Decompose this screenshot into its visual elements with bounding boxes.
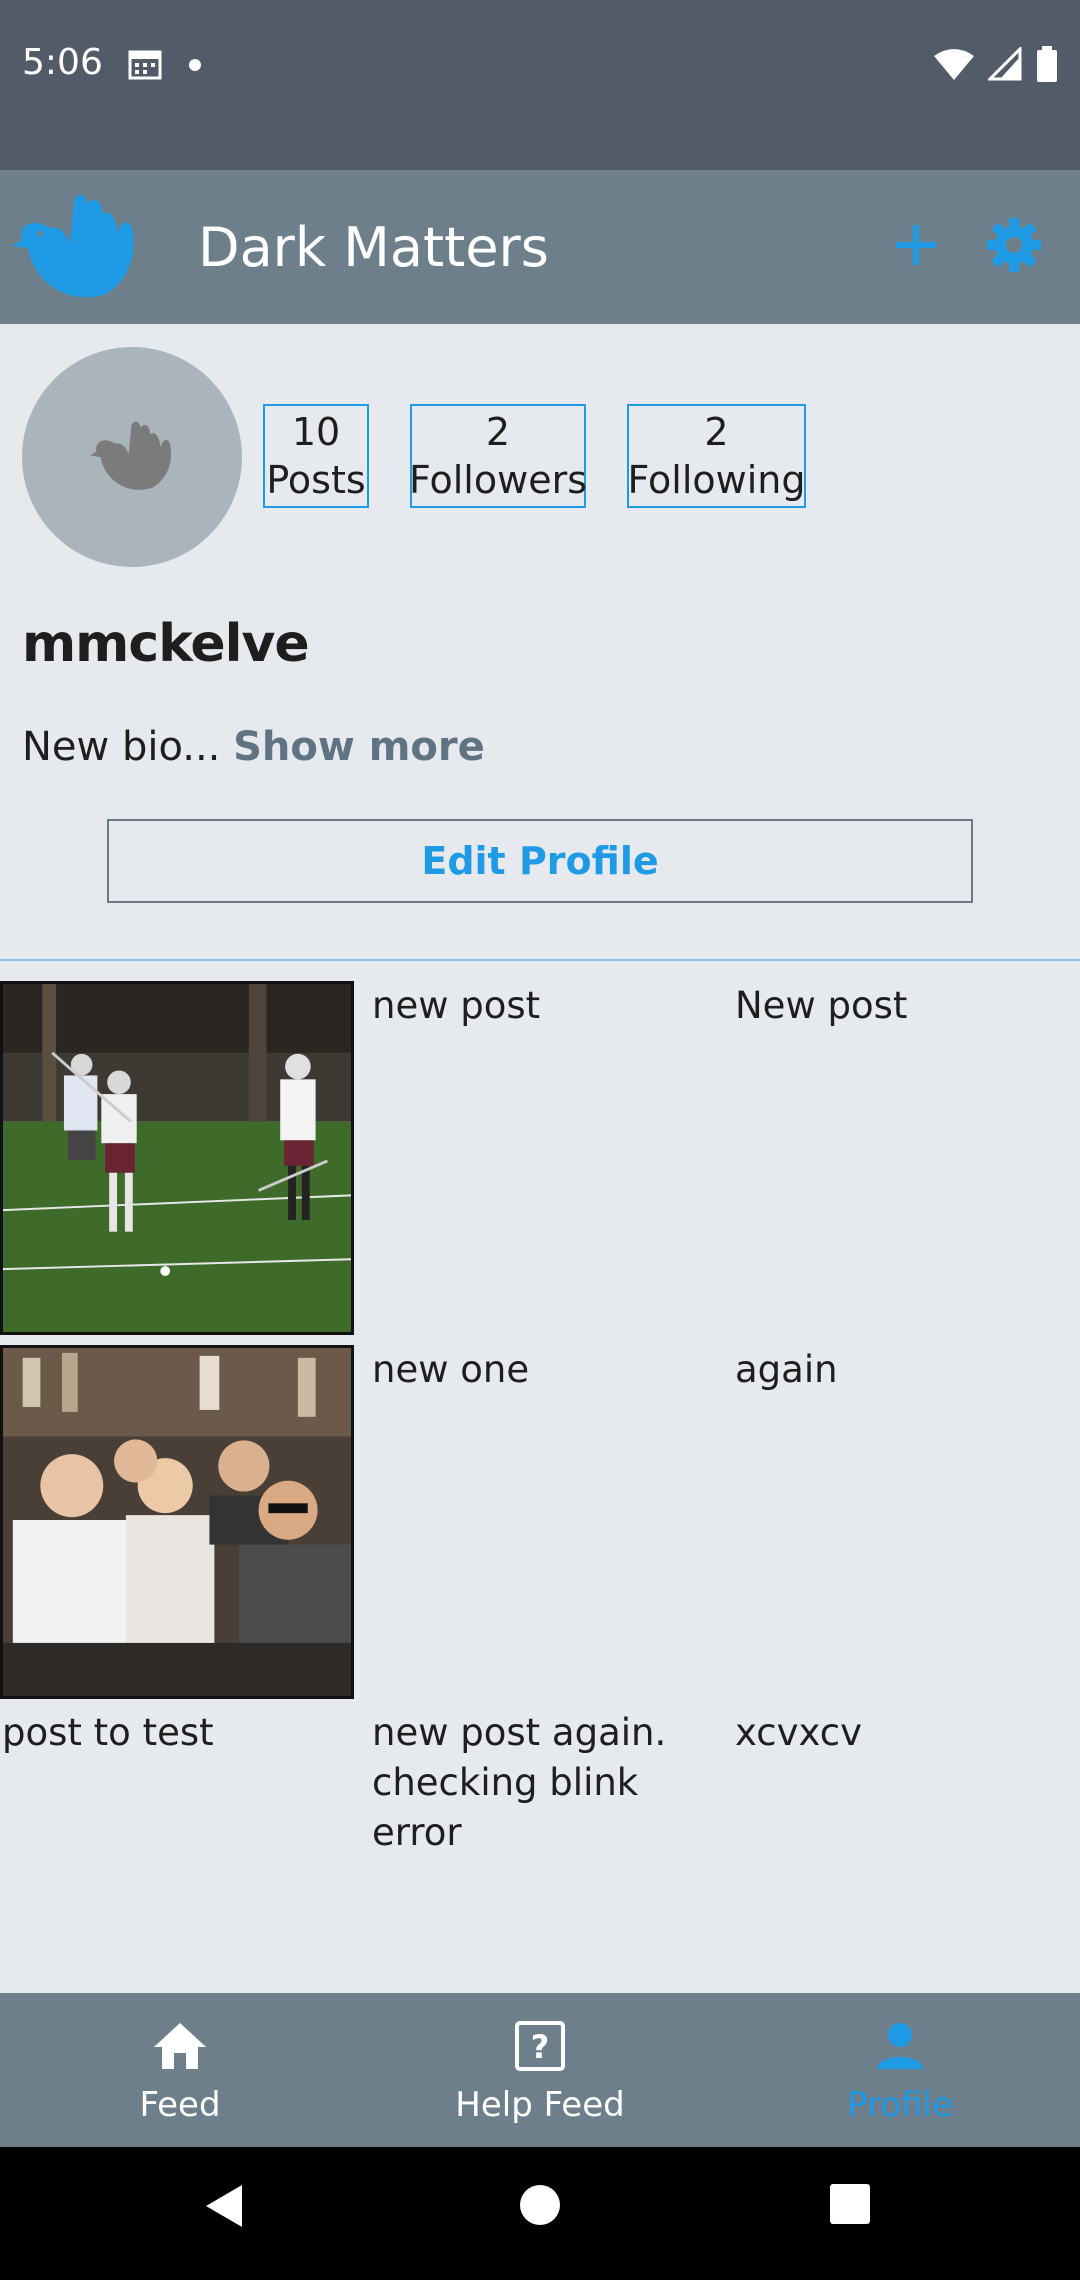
nav-item-feed[interactable]: Feed <box>0 1993 360 2147</box>
calendar-icon <box>128 48 162 84</box>
following-count-label: Following <box>627 458 806 502</box>
post-text-item[interactable]: new one <box>362 1345 716 1699</box>
person-icon <box>875 2017 925 2075</box>
bio-text: New bio... <box>22 724 221 770</box>
following-count[interactable]: 2 Following <box>627 404 806 508</box>
nav-label-profile: Profile <box>847 2085 953 2125</box>
group-photo <box>3 1348 351 1696</box>
status-bar: 5:06 <box>0 0 1080 170</box>
nav-item-help-feed[interactable]: ? Help Feed <box>360 1993 720 2147</box>
edit-profile-button[interactable]: Edit Profile <box>107 819 973 903</box>
following-count-value: 2 <box>704 410 729 454</box>
settings-button[interactable] <box>982 210 1046 280</box>
posts-count-label: Posts <box>266 458 366 502</box>
home-circle-icon[interactable] <box>518 2183 562 2231</box>
battery-icon <box>1036 46 1058 86</box>
posts-count-value: 10 <box>291 410 341 454</box>
back-icon[interactable] <box>204 2183 244 2233</box>
show-more-link[interactable]: Show more <box>233 724 485 770</box>
nav-label-feed: Feed <box>139 2085 221 2125</box>
svg-text:?: ? <box>531 2028 550 2066</box>
dove-hand-logo <box>10 188 140 312</box>
nav-label-help-feed: Help Feed <box>455 2085 625 2125</box>
gear-icon <box>987 218 1041 272</box>
wifi-icon <box>934 48 974 84</box>
post-thumbnail[interactable] <box>0 981 354 1335</box>
dove-hand-icon <box>90 421 172 490</box>
followers-count-label: Followers <box>409 458 587 502</box>
post-text-item[interactable]: New post <box>725 981 1079 1335</box>
app-title: Dark Matters <box>198 216 549 279</box>
signal-icon <box>986 45 1022 85</box>
bottom-nav: Feed ? Help Feed Profile <box>0 1993 1080 2147</box>
post-thumbnail[interactable] <box>0 1345 354 1699</box>
nav-item-profile[interactable]: Profile <box>720 1993 1080 2147</box>
dot-icon <box>188 57 202 76</box>
recents-icon[interactable] <box>829 2183 871 2229</box>
followers-count[interactable]: 2 Followers <box>409 404 587 508</box>
post-text-item[interactable]: new post <box>362 981 716 1335</box>
divider <box>0 959 1080 961</box>
avatar[interactable] <box>22 347 242 567</box>
status-time: 5:06 <box>22 42 103 83</box>
app-bar: Dark Matters <box>0 170 1080 324</box>
home-icon <box>152 2017 208 2075</box>
add-post-button[interactable] <box>886 210 946 280</box>
posts-count[interactable]: 10 Posts <box>263 404 369 508</box>
username: mmckelve <box>22 614 310 674</box>
followers-count-value: 2 <box>485 410 511 454</box>
bio: New bio... Show more <box>22 724 485 770</box>
question-icon: ? <box>514 2017 566 2075</box>
plus-icon <box>896 225 936 265</box>
lacrosse-photo <box>3 984 351 1332</box>
system-nav-bar <box>0 2147 1080 2280</box>
post-text-item[interactable]: again <box>725 1345 1079 1699</box>
